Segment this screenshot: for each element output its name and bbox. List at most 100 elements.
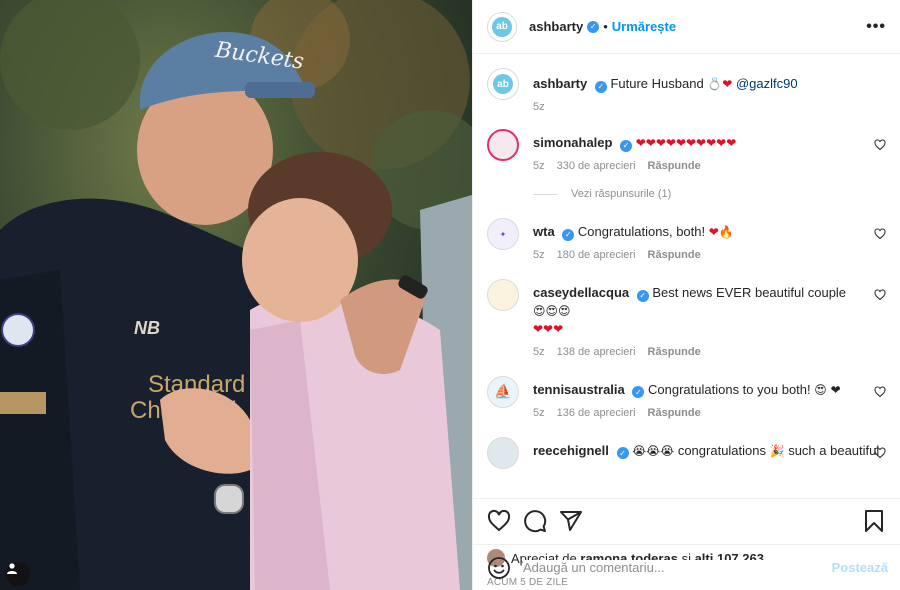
- comment-text-after: such a beautiful: [788, 442, 880, 458]
- comment-text-line: wta ✓ Congratulations, both! ❤🔥: [533, 223, 862, 241]
- follow-button[interactable]: Urmărește: [612, 19, 676, 34]
- comment-like-icon[interactable]: [874, 446, 886, 459]
- verified-icon: ✓: [620, 139, 633, 152]
- caption-body: ashbarty ✓ Future Husband 💍❤ @gazlfc90 5…: [533, 68, 886, 113]
- verified-icon: ✓: [562, 228, 575, 241]
- comment-avatar[interactable]: ✦: [487, 218, 519, 250]
- view-replies-line: [533, 193, 557, 195]
- comment-text-line: tennisaustralia ✓ Congratulations to you…: [533, 381, 862, 399]
- verified-icon: ✓: [616, 447, 629, 459]
- comment-body: tennisaustralia ✓ Congratulations to you…: [533, 376, 886, 419]
- photo-illustration: Buckets Standard Chartered NB: [0, 0, 472, 590]
- heart-emoji: ❤: [722, 77, 733, 91]
- comment-likes[interactable]: 180 de aprecieri: [557, 249, 636, 261]
- comment-likes[interactable]: 138 de aprecieri: [557, 346, 636, 358]
- comment-username[interactable]: tennisaustralia: [533, 382, 625, 397]
- caption-mention[interactable]: @gazlfc90: [736, 76, 798, 91]
- comment-text: congratulations: [677, 442, 766, 458]
- like-icon[interactable]: [487, 509, 511, 533]
- verified-icon: ✓: [587, 20, 600, 33]
- comment-username[interactable]: wta: [533, 224, 555, 239]
- verified-icon: ✓: [594, 80, 607, 93]
- comment-username[interactable]: simonahalep: [533, 135, 612, 150]
- comment-body: simonahalep ✓ ❤❤❤❤❤❤❤❤❤❤ 5z 330 de aprec…: [533, 129, 886, 172]
- comment-age[interactable]: 5z: [533, 160, 545, 172]
- add-comment-input[interactable]: [523, 560, 832, 575]
- comment-emoji: ❤🔥: [708, 225, 734, 239]
- verified-icon: ✓: [632, 386, 645, 398]
- caption-text: Future Husband: [610, 76, 704, 91]
- comment-emoji: 🎉: [769, 443, 785, 458]
- comment-item: simonahalep ✓ ❤❤❤❤❤❤❤❤❤❤ 5z 330 de aprec…: [487, 129, 886, 172]
- author-avatar-initials: ab: [492, 16, 512, 37]
- comment-body: reecehignell ✓ 😭😭😭 congratulations 🎉 suc…: [533, 437, 900, 469]
- comment-text-line: reecehignell ✓ 😭😭😭 congratulations 🎉 suc…: [533, 442, 879, 460]
- comment-age[interactable]: 5z: [533, 249, 545, 261]
- comment-text: Congratulations to you both!: [648, 381, 811, 397]
- comment-avatar[interactable]: [487, 129, 519, 161]
- comment-emoji: ❤❤❤❤❤❤❤❤❤❤: [635, 136, 737, 150]
- author-username[interactable]: ashbarty: [529, 19, 583, 34]
- comment-meta: 5z 180 de aprecieri Răspunde: [533, 249, 862, 261]
- action-icons: [487, 499, 886, 543]
- comment-age[interactable]: 5z: [533, 407, 545, 419]
- comment-emoji: 😍😍😍: [533, 303, 571, 318]
- comment-like-icon[interactable]: [874, 385, 886, 398]
- shirt-brand-logo: NB: [134, 318, 160, 338]
- comment-icon[interactable]: [523, 509, 547, 533]
- caption-username[interactable]: ashbarty: [533, 76, 587, 91]
- comment-username[interactable]: caseydellacqua: [533, 285, 629, 300]
- add-comment-bar: Postează: [473, 544, 900, 590]
- comment-item: ✦ wta ✓ Congratulations, both! ❤🔥 5z 180…: [487, 218, 886, 261]
- comment-like-icon[interactable]: [874, 139, 886, 151]
- comment-text-line: caseydellacqua ✓ Best news EVER beautifu…: [533, 284, 862, 338]
- comment-text: Congratulations, both!: [577, 224, 706, 239]
- comment-like-icon[interactable]: [874, 228, 886, 240]
- comment-emoji-before: 😭😭😭: [632, 443, 675, 458]
- comment-body: wta ✓ Congratulations, both! ❤🔥 5z 180 d…: [533, 218, 886, 261]
- caption-avatar-initials: ab: [493, 74, 513, 94]
- emoji-icon[interactable]: [487, 556, 511, 580]
- bookmark-icon[interactable]: [862, 509, 886, 533]
- comment-username[interactable]: reecehignell: [533, 443, 609, 458]
- comment-emoji: 😍 ❤: [814, 382, 841, 397]
- comment-meta: 5z 330 de aprecieri Răspunde: [533, 160, 862, 172]
- caption-age[interactable]: 5z: [533, 101, 545, 113]
- share-icon[interactable]: [559, 509, 583, 533]
- comment-text-line: simonahalep ✓ ❤❤❤❤❤❤❤❤❤❤: [533, 134, 862, 152]
- comment-item: caseydellacqua ✓ Best news EVER beautifu…: [487, 279, 886, 358]
- comment-likes[interactable]: 330 de aprecieri: [557, 160, 636, 172]
- reply-button[interactable]: Răspunde: [648, 249, 701, 261]
- comment-item: reecehignell ✓ 😭😭😭 congratulations 🎉 suc…: [487, 436, 886, 469]
- comment-emoji-line2: ❤❤❤: [533, 321, 564, 336]
- comment-avatar[interactable]: ⛵: [487, 375, 519, 408]
- view-replies-button[interactable]: Vezi răspunsurile (1): [533, 188, 886, 200]
- comments-list[interactable]: ab ashbarty ✓ Future Husband 💍❤ @gazlfc9…: [473, 54, 900, 498]
- reply-button[interactable]: Răspunde: [648, 407, 701, 419]
- post-panel: ab ashbarty ✓ • Urmărește ••• ab ashbart…: [472, 0, 900, 590]
- post-photo[interactable]: Buckets Standard Chartered NB: [0, 0, 472, 590]
- comment-age[interactable]: 5z: [533, 346, 545, 358]
- comment-meta: 5z 138 de aprecieri Răspunde: [533, 346, 862, 358]
- comment-avatar[interactable]: [487, 279, 519, 311]
- comment-body: caseydellacqua ✓ Best news EVER beautifu…: [533, 279, 886, 358]
- author-avatar[interactable]: ab: [487, 11, 517, 42]
- ring-emoji: 💍: [707, 77, 723, 91]
- tag-icon[interactable]: [6, 562, 30, 586]
- post-dialog: Buckets Standard Chartered NB: [0, 0, 900, 590]
- more-options-icon[interactable]: •••: [866, 18, 886, 36]
- header-separator: •: [603, 19, 608, 34]
- comment-text: Best news EVER beautiful couple: [652, 285, 847, 300]
- comment-like-icon[interactable]: [874, 289, 886, 301]
- post-comment-button[interactable]: Postează: [832, 560, 888, 575]
- reply-button[interactable]: Răspunde: [648, 346, 701, 358]
- verified-icon: ✓: [636, 289, 649, 302]
- view-replies-label: Vezi răspunsurile (1): [571, 188, 672, 200]
- comment-meta: 5z 136 de aprecieri Răspunde: [533, 407, 862, 419]
- post-caption: ab ashbarty ✓ Future Husband 💍❤ @gazlfc9…: [487, 68, 886, 113]
- comment-avatar[interactable]: [487, 436, 519, 469]
- caption-avatar[interactable]: ab: [487, 68, 519, 100]
- reply-button[interactable]: Răspunde: [648, 160, 701, 172]
- comment-likes[interactable]: 136 de aprecieri: [557, 407, 636, 419]
- caption-meta: 5z: [533, 101, 862, 113]
